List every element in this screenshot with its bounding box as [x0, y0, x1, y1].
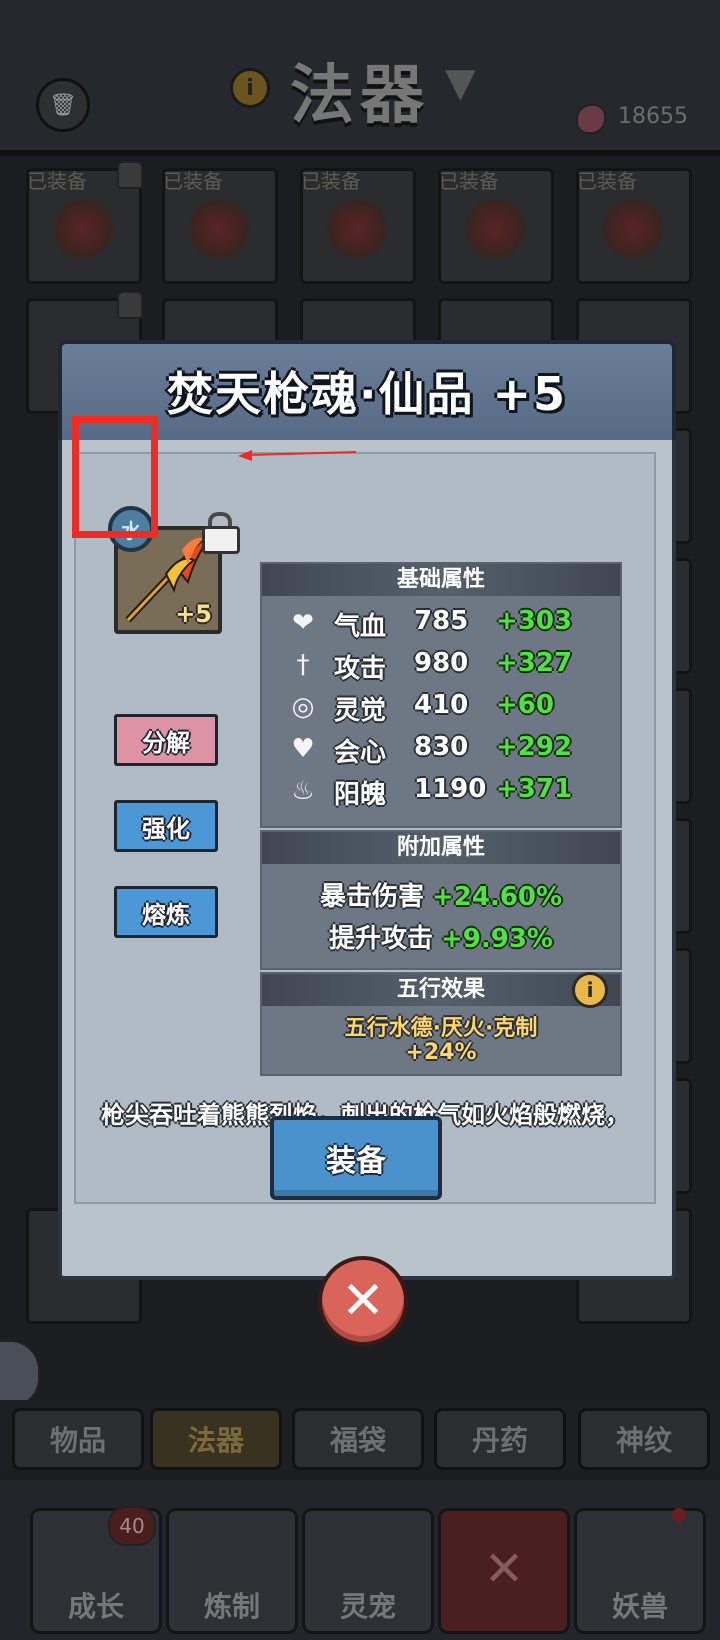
stat-name: 阳魄 — [334, 780, 387, 810]
equipped-tag: 已装备 — [439, 169, 499, 193]
dialog-body: +5 水 分解 强化 熔炼 基础属性 ❤ 气血 785 +303 † 攻击 98… — [58, 440, 676, 1224]
lock-icon — [117, 161, 143, 189]
grid-slot[interactable]: 已装备 — [26, 161, 143, 284]
stat-bonus: +327 — [496, 648, 573, 678]
nav-label: 灵宠 — [339, 1590, 396, 1623]
stat-value: 410 — [414, 690, 469, 720]
base-attributes-heading: 基础属性 — [262, 564, 620, 596]
extra-stat-value: +24.60% — [431, 882, 563, 912]
nav-forge[interactable]: 炼制 — [166, 1508, 298, 1634]
spear-item-icon — [51, 197, 115, 261]
stat-value: 830 — [414, 732, 469, 762]
crit-heart-icon: ♥ — [291, 734, 315, 764]
grid-slot[interactable]: 已装备 — [300, 168, 416, 284]
extra-stat-row: 暴击伤害 +24.60% — [262, 876, 620, 916]
extra-stat-value: +9.93% — [441, 924, 553, 954]
grid-slot[interactable]: 已装备 — [576, 168, 692, 284]
nav-label: 成长 — [67, 1590, 124, 1623]
stat-bonus: +60 — [496, 690, 554, 720]
gem-icon — [576, 104, 606, 134]
wuxing-effect: 五行水德·厌火·克制 — [344, 1016, 538, 1041]
stat-bonus: +303 — [496, 606, 573, 636]
top-bar: 🗑 i 法器 ▼ 18655 — [0, 0, 720, 150]
arrow-annotation — [238, 450, 357, 461]
armor-item-icon — [325, 197, 389, 261]
nav-pets[interactable]: 灵宠 — [302, 1508, 434, 1634]
stat-row: ❤ 气血 785 +303 — [282, 604, 602, 642]
extra-stat-name: 提升攻击 — [328, 924, 433, 954]
stat-name: 灵觉 — [334, 696, 387, 726]
stat-name: 攻击 — [334, 654, 387, 684]
close-dialog-button[interactable]: ✕ — [318, 1256, 408, 1346]
nav-label: 炼制 — [203, 1590, 260, 1623]
extra-attributes-panel: 附加属性 暴击伤害 +24.60% 提升攻击 +9.93% — [260, 830, 622, 970]
wuxing-percent: +24% — [405, 1040, 477, 1065]
divider — [0, 150, 720, 156]
stat-row: ◎ 灵觉 410 +60 — [282, 688, 602, 726]
grid-slot[interactable]: 已装备 — [162, 168, 278, 284]
tab-artifacts[interactable]: 法器 — [150, 1408, 282, 1470]
flame-soul-icon: ♨ — [291, 776, 315, 806]
stat-name: 会心 — [334, 738, 387, 768]
equipped-tag: 已装备 — [163, 169, 223, 193]
stat-bonus: +371 — [496, 774, 573, 804]
tab-items[interactable]: 物品 — [12, 1408, 144, 1470]
extra-stat-name: 暴击伤害 — [319, 882, 424, 912]
dialog-title: 焚天枪魂·仙品 +5 — [166, 367, 568, 421]
stat-row: † 攻击 980 +327 — [282, 646, 602, 684]
extra-stat-row: 提升攻击 +9.93% — [262, 918, 620, 958]
wuxing-panel: 五行效果 i 五行水德·厌火·克制 +24% — [260, 972, 622, 1076]
equipped-tag: 已装备 — [301, 169, 361, 193]
currency-value: 18655 — [618, 104, 688, 129]
tab-pills[interactable]: 丹药 — [434, 1408, 566, 1470]
mask-item-icon — [187, 197, 251, 261]
highlight-box — [72, 416, 158, 538]
bottom-nav: 成长 40 炼制 灵宠 ✕ 妖兽 — [0, 1480, 720, 1640]
stat-value: 785 — [414, 606, 469, 636]
extra-attributes-heading: 附加属性 — [262, 832, 620, 864]
enhance-level: +5 — [175, 600, 212, 628]
info-icon[interactable]: i — [572, 972, 608, 1008]
spirit-eye-icon: ◎ — [291, 692, 315, 722]
currency-display: 18655 — [570, 98, 710, 138]
equipped-tag: 已装备 — [27, 169, 87, 193]
stat-row: ♥ 会心 830 +292 — [282, 730, 602, 768]
decompose-button[interactable]: 分解 — [114, 714, 218, 766]
info-icon[interactable]: i — [230, 68, 270, 108]
notification-dot — [672, 1508, 686, 1522]
trash-icon[interactable]: 🗑 — [36, 78, 90, 132]
dialog-inner-frame: +5 水 分解 强化 熔炼 基础属性 ❤ 气血 785 +303 † 攻击 98… — [74, 452, 656, 1204]
nav-close[interactable]: ✕ — [438, 1508, 570, 1634]
strengthen-button[interactable]: 强化 — [114, 800, 218, 852]
tab-runes[interactable]: 神纹 — [578, 1408, 710, 1470]
equipped-tag: 已装备 — [577, 169, 637, 193]
ring-item-icon — [601, 197, 665, 261]
dagger-icon: † — [296, 650, 310, 680]
category-tabs: 物品 法器 福袋 丹药 神纹 — [0, 1400, 720, 1470]
stat-name: 气血 — [334, 612, 387, 642]
stat-value: 1190 — [414, 774, 487, 804]
close-icon: ✕ — [341, 1271, 385, 1331]
base-attributes-panel: 基础属性 ❤ 气血 785 +303 † 攻击 980 +327 ◎ 灵觉 41… — [260, 562, 622, 828]
stat-bonus: +292 — [496, 732, 573, 762]
lock-icon[interactable] — [202, 512, 240, 554]
heart-icon: ❤ — [292, 608, 314, 638]
notification-badge: 40 — [108, 1506, 156, 1546]
tab-lucky-bags[interactable]: 福袋 — [292, 1408, 424, 1470]
lock-icon — [117, 291, 143, 319]
close-icon: ✕ — [483, 1541, 525, 1597]
stat-value: 980 — [414, 648, 469, 678]
nav-label: 妖兽 — [611, 1590, 668, 1623]
nav-beasts[interactable]: 妖兽 — [574, 1508, 706, 1634]
grid-slot[interactable]: 已装备 — [438, 168, 554, 284]
equip-button[interactable]: 装备 — [270, 1116, 442, 1200]
page-title: 法器 — [290, 58, 430, 133]
filter-icon[interactable]: ▼ — [445, 60, 485, 106]
boots-item-icon — [463, 197, 527, 261]
stat-row: ♨ 阳魄 1190 +371 — [282, 772, 602, 810]
smelt-button[interactable]: 熔炼 — [114, 886, 218, 938]
wuxing-heading: 五行效果 — [262, 974, 620, 1006]
